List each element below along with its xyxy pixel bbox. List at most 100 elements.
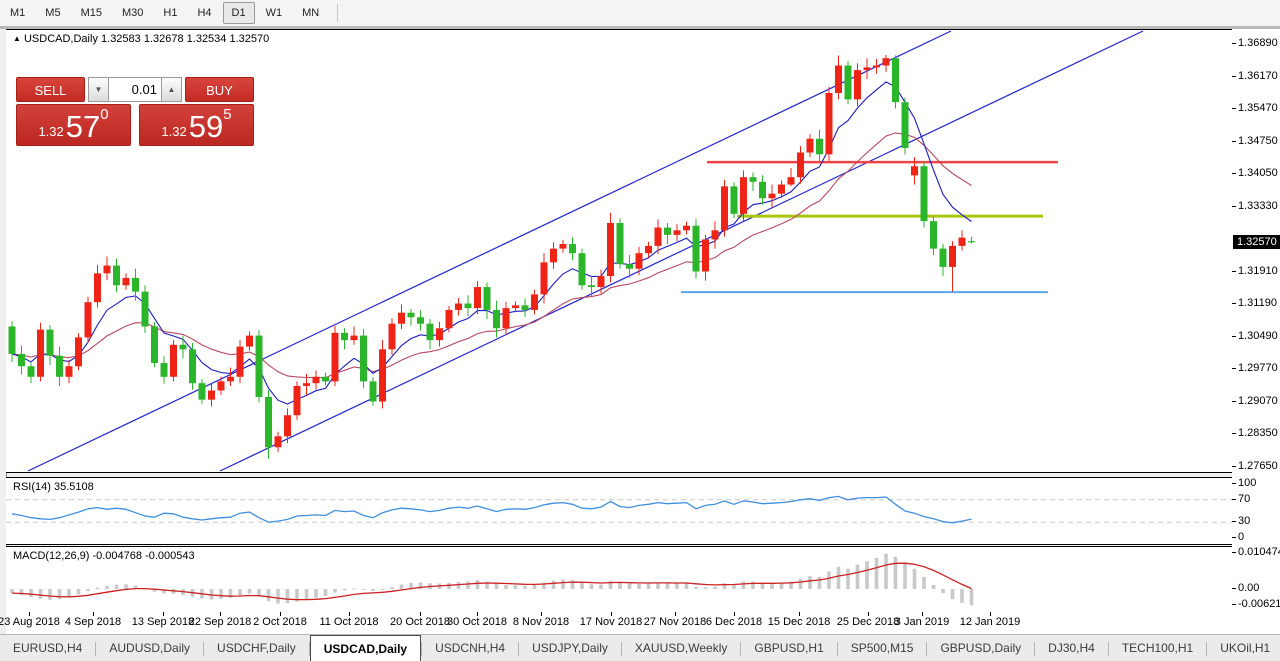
macd-bar	[343, 589, 347, 590]
chart-tab-tech100-h1[interactable]: TECH100,H1	[1109, 635, 1206, 661]
chart-tab-gbpusd-daily[interactable]: GBPUSD,Daily	[927, 635, 1034, 661]
timeframe-button-m1[interactable]: M1	[1, 2, 34, 24]
trendline	[220, 31, 1143, 471]
candle-body	[664, 228, 671, 235]
chart-tab-usdjpy-daily[interactable]: USDJPY,Daily	[519, 635, 621, 661]
timeframe-button-h1[interactable]: H1	[154, 2, 186, 24]
date-axis[interactable]: 23 Aug 20184 Sep 201813 Sep 201822 Sep 2…	[6, 612, 1232, 634]
candle-body	[341, 333, 348, 340]
candle-body	[474, 287, 481, 308]
price-axis-tick	[1232, 43, 1236, 44]
macd-bar	[713, 587, 717, 589]
price-axis-tick	[1232, 76, 1236, 77]
price-axis-label: 1.35470	[1238, 102, 1278, 114]
macd-bar	[590, 584, 594, 589]
timeframe-buttons: M1M5M15M30H1H4D1W1MN	[0, 2, 329, 24]
candle-body	[702, 239, 709, 271]
candle-body	[265, 397, 272, 447]
macd-bar	[941, 589, 945, 593]
price-axis-tick	[1232, 588, 1236, 589]
sell-button[interactable]: SELL	[16, 77, 85, 102]
toolbar-separator	[337, 4, 338, 22]
candle-body	[522, 305, 529, 310]
candle-body	[503, 308, 510, 328]
rsi-label: RSI(14) 35.5108	[13, 481, 94, 493]
chart-tab-dj30-h4[interactable]: DJ30,H4	[1035, 635, 1108, 661]
lot-decrease-button[interactable]: ▼	[88, 77, 109, 102]
candle-body	[569, 244, 576, 253]
lot-size-input[interactable]: 0.01	[109, 77, 161, 102]
buy-price-prefix: 1.32	[161, 122, 186, 142]
price-axis-tick	[1232, 108, 1236, 109]
lot-increase-button[interactable]: ▲	[161, 77, 182, 102]
price-axis-tick	[1232, 173, 1236, 174]
sell-price-box[interactable]: 1.32 57 0	[16, 104, 131, 146]
timeframe-button-m30[interactable]: M30	[113, 2, 152, 24]
candle-body	[9, 326, 16, 353]
buy-button[interactable]: BUY	[185, 77, 254, 102]
timeframe-button-h4[interactable]: H4	[188, 2, 220, 24]
macd-bar	[248, 589, 252, 593]
chart-tab-eurusd-h4[interactable]: EURUSD,H4	[0, 635, 95, 661]
price-axis-label: 1.36890	[1238, 37, 1278, 49]
candle-body	[560, 244, 567, 249]
candle-body	[256, 336, 263, 397]
candle-body	[427, 324, 434, 340]
candle-body	[275, 436, 282, 447]
timeframe-button-m5[interactable]: M5	[36, 2, 69, 24]
price-axis-tick	[1232, 521, 1236, 522]
macd-bar	[856, 565, 860, 589]
chart-tab-gbpusd-h1[interactable]: GBPUSD,H1	[741, 635, 836, 661]
macd-bar	[362, 589, 366, 590]
chart-tab-xauusd-weekly[interactable]: XAUUSD,Weekly	[622, 635, 740, 661]
candle-body	[683, 226, 690, 231]
macd-bar	[86, 589, 90, 591]
candle-body	[807, 139, 814, 153]
candle-body	[56, 356, 63, 377]
price-axis-label: 30	[1238, 515, 1250, 527]
macd-bar	[675, 583, 679, 589]
candle-body	[731, 186, 738, 213]
candle-body	[208, 391, 215, 400]
macd-bar	[818, 577, 822, 589]
rsi-indicator-pane[interactable]: RSI(14) 35.5108	[6, 477, 1233, 545]
chart-tab-bar: EURUSD,H4AUDUSD,DailyUSDCHF,DailyUSDCAD,…	[0, 634, 1280, 661]
buy-price-box[interactable]: 1.32 59 5	[139, 104, 254, 146]
macd-bar	[238, 589, 242, 595]
candle-body	[379, 349, 386, 401]
price-axis-tick	[1232, 271, 1236, 272]
macd-bar	[352, 588, 356, 589]
rsi-canvas[interactable]	[6, 478, 1232, 544]
price-axis-tick	[1232, 604, 1236, 605]
timeframe-button-d1[interactable]: D1	[223, 2, 255, 24]
timeframe-button-m15[interactable]: M15	[72, 2, 111, 24]
chart-tab-usdcad-daily[interactable]: USDCAD,Daily	[310, 635, 421, 661]
candle-body	[579, 253, 586, 285]
main-chart-pane[interactable]: ▲ USDCAD,Daily 1.32583 1.32678 1.32534 1…	[6, 29, 1233, 473]
candle-body	[370, 381, 377, 401]
date-axis-label: 25 Dec 2018	[837, 616, 899, 628]
macd-bar	[846, 569, 850, 589]
price-axis-tick	[1232, 483, 1236, 484]
macd-bar	[884, 554, 888, 589]
candle-body	[113, 266, 120, 286]
candle-body	[769, 194, 776, 199]
chart-tab-sp500-m15[interactable]: SP500,M15	[838, 635, 927, 661]
collapse-icon[interactable]: ▲	[13, 34, 21, 43]
chart-tab-usdchf-daily[interactable]: USDCHF,Daily	[204, 635, 309, 661]
sell-price-prefix: 1.32	[38, 122, 63, 142]
chart-tab-usdcnh-h4[interactable]: USDCNH,H4	[422, 635, 518, 661]
timeframe-button-w1[interactable]: W1	[257, 2, 292, 24]
chart-tab-audusd-daily[interactable]: AUDUSD,Daily	[96, 635, 203, 661]
timeframe-button-mn[interactable]: MN	[293, 2, 328, 24]
chart-tab-ukoil-h1[interactable]: UKOil,H1	[1207, 635, 1280, 661]
candle-body	[721, 186, 728, 230]
macd-bar	[67, 589, 71, 597]
macd-bar	[799, 579, 803, 589]
macd-indicator-pane[interactable]: MACD(12,26,9) -0.004768 -0.000543	[6, 546, 1233, 613]
candle-body	[921, 166, 928, 221]
current-price-badge: 1.32570	[1233, 235, 1280, 249]
price-axis[interactable]: 1.368901.361701.354701.347501.340501.333…	[1232, 29, 1280, 634]
date-axis-label: 22 Sep 2018	[189, 616, 251, 628]
candle-body	[531, 294, 538, 310]
